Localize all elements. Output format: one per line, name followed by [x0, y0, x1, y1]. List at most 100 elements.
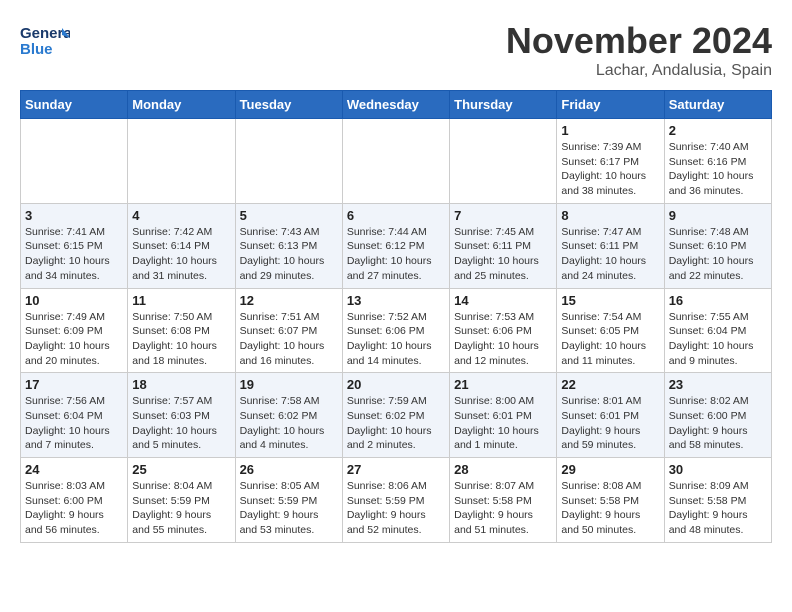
- day-info: Sunrise: 8:01 AM Sunset: 6:01 PM Dayligh…: [561, 394, 659, 453]
- day-info: Sunrise: 7:48 AM Sunset: 6:10 PM Dayligh…: [669, 225, 767, 284]
- day-number: 15: [561, 293, 659, 308]
- calendar-cell: 20 Sunrise: 7:59 AM Sunset: 6:02 PM Dayli…: [342, 373, 449, 458]
- calendar-cell: 10 Sunrise: 7:49 AM Sunset: 6:09 PM Dayli…: [21, 288, 128, 373]
- calendar-cell: 12 Sunrise: 7:51 AM Sunset: 6:07 PM Dayli…: [235, 288, 342, 373]
- calendar-cell: 22 Sunrise: 8:01 AM Sunset: 6:01 PM Dayli…: [557, 373, 664, 458]
- day-info: Sunrise: 7:44 AM Sunset: 6:12 PM Dayligh…: [347, 225, 445, 284]
- day-number: 27: [347, 462, 445, 477]
- calendar-cell: 28Sunrise: 8:07 AM Sunset: 5:58 PM Dayli…: [450, 458, 557, 543]
- calendar-cell: 18Sunrise: 7:57 AM Sunset: 6:03 PM Dayli…: [128, 373, 235, 458]
- day-info: Sunrise: 7:55 AM Sunset: 6:04 PM Dayligh…: [669, 310, 767, 369]
- day-info: Sunrise: 7:45 AM Sunset: 6:11 PM Dayligh…: [454, 225, 552, 284]
- calendar-cell: 14 Sunrise: 7:53 AM Sunset: 6:06 PM Dayli…: [450, 288, 557, 373]
- day-number: 6: [347, 208, 445, 223]
- day-info: Sunrise: 7:53 AM Sunset: 6:06 PM Dayligh…: [454, 310, 552, 369]
- calendar-cell: 15 Sunrise: 7:54 AM Sunset: 6:05 PM Dayli…: [557, 288, 664, 373]
- day-number: 5: [240, 208, 338, 223]
- calendar-week-row: 3Sunrise: 7:41 AM Sunset: 6:15 PM Daylig…: [21, 203, 772, 288]
- day-number: 8: [561, 208, 659, 223]
- day-info: Sunrise: 7:56 AM Sunset: 6:04 PM Dayligh…: [25, 394, 123, 453]
- day-info: Sunrise: 7:51 AM Sunset: 6:07 PM Dayligh…: [240, 310, 338, 369]
- day-info: Sunrise: 8:02 AM Sunset: 6:00 PM Dayligh…: [669, 394, 767, 453]
- day-info: Sunrise: 8:08 AM Sunset: 5:58 PM Dayligh…: [561, 479, 659, 538]
- location-subtitle: Lachar, Andalusia, Spain: [506, 62, 772, 80]
- calendar-cell: [128, 119, 235, 204]
- calendar-cell: 21 Sunrise: 8:00 AM Sunset: 6:01 PM Dayli…: [450, 373, 557, 458]
- day-info: Sunrise: 8:00 AM Sunset: 6:01 PM Dayligh…: [454, 394, 552, 453]
- calendar-cell: 7 Sunrise: 7:45 AM Sunset: 6:11 PM Daylig…: [450, 203, 557, 288]
- title-area: November 2024 Lachar, Andalusia, Spain: [506, 20, 772, 80]
- day-number: 7: [454, 208, 552, 223]
- calendar-cell: 26 Sunrise: 8:05 AM Sunset: 5:59 PM Dayli…: [235, 458, 342, 543]
- calendar-week-row: 10 Sunrise: 7:49 AM Sunset: 6:09 PM Dayli…: [21, 288, 772, 373]
- calendar-cell: [450, 119, 557, 204]
- day-info: Sunrise: 7:50 AM Sunset: 6:08 PM Dayligh…: [132, 310, 230, 369]
- day-info: Sunrise: 8:05 AM Sunset: 5:59 PM Dayligh…: [240, 479, 338, 538]
- calendar-cell: 27Sunrise: 8:06 AM Sunset: 5:59 PM Dayli…: [342, 458, 449, 543]
- weekday-header: Monday: [128, 91, 235, 119]
- logo-svg: GeneralBlue: [20, 20, 70, 60]
- day-info: Sunrise: 7:58 AM Sunset: 6:02 PM Dayligh…: [240, 394, 338, 453]
- day-info: Sunrise: 7:43 AM Sunset: 6:13 PM Dayligh…: [240, 225, 338, 284]
- calendar-cell: 8 Sunrise: 7:47 AM Sunset: 6:11 PM Daylig…: [557, 203, 664, 288]
- day-number: 3: [25, 208, 123, 223]
- calendar-week-row: 1 Sunrise: 7:39 AM Sunset: 6:17 PM Daylig…: [21, 119, 772, 204]
- weekday-header: Saturday: [664, 91, 771, 119]
- day-number: 14: [454, 293, 552, 308]
- day-number: 19: [240, 377, 338, 392]
- day-number: 26: [240, 462, 338, 477]
- calendar-cell: 3Sunrise: 7:41 AM Sunset: 6:15 PM Daylig…: [21, 203, 128, 288]
- calendar-cell: 1 Sunrise: 7:39 AM Sunset: 6:17 PM Daylig…: [557, 119, 664, 204]
- day-number: 22: [561, 377, 659, 392]
- day-number: 10: [25, 293, 123, 308]
- day-number: 24: [25, 462, 123, 477]
- calendar-cell: 23 Sunrise: 8:02 AM Sunset: 6:00 PM Dayli…: [664, 373, 771, 458]
- day-number: 12: [240, 293, 338, 308]
- day-info: Sunrise: 7:49 AM Sunset: 6:09 PM Dayligh…: [25, 310, 123, 369]
- calendar-week-row: 24 Sunrise: 8:03 AM Sunset: 6:00 PM Dayli…: [21, 458, 772, 543]
- page-header: GeneralBlue November 2024 Lachar, Andalu…: [20, 20, 772, 80]
- calendar-table: SundayMondayTuesdayWednesdayThursdayFrid…: [20, 90, 772, 543]
- day-number: 18: [132, 377, 230, 392]
- calendar-cell: 13Sunrise: 7:52 AM Sunset: 6:06 PM Dayli…: [342, 288, 449, 373]
- weekday-header: Friday: [557, 91, 664, 119]
- calendar-cell: 29Sunrise: 8:08 AM Sunset: 5:58 PM Dayli…: [557, 458, 664, 543]
- calendar-cell: 30Sunrise: 8:09 AM Sunset: 5:58 PM Dayli…: [664, 458, 771, 543]
- calendar-cell: 5 Sunrise: 7:43 AM Sunset: 6:13 PM Daylig…: [235, 203, 342, 288]
- calendar-cell: [342, 119, 449, 204]
- calendar-cell: 25Sunrise: 8:04 AM Sunset: 5:59 PM Dayli…: [128, 458, 235, 543]
- month-title: November 2024: [506, 20, 772, 62]
- calendar-week-row: 17Sunrise: 7:56 AM Sunset: 6:04 PM Dayli…: [21, 373, 772, 458]
- day-number: 21: [454, 377, 552, 392]
- calendar-cell: 17Sunrise: 7:56 AM Sunset: 6:04 PM Dayli…: [21, 373, 128, 458]
- day-info: Sunrise: 7:42 AM Sunset: 6:14 PM Dayligh…: [132, 225, 230, 284]
- day-info: Sunrise: 7:52 AM Sunset: 6:06 PM Dayligh…: [347, 310, 445, 369]
- day-number: 16: [669, 293, 767, 308]
- weekday-header: Wednesday: [342, 91, 449, 119]
- day-number: 1: [561, 123, 659, 138]
- day-number: 20: [347, 377, 445, 392]
- calendar-cell: 2 Sunrise: 7:40 AM Sunset: 6:16 PM Daylig…: [664, 119, 771, 204]
- calendar-cell: 6 Sunrise: 7:44 AM Sunset: 6:12 PM Daylig…: [342, 203, 449, 288]
- day-number: 9: [669, 208, 767, 223]
- day-info: Sunrise: 7:59 AM Sunset: 6:02 PM Dayligh…: [347, 394, 445, 453]
- day-number: 2: [669, 123, 767, 138]
- calendar-cell: 9 Sunrise: 7:48 AM Sunset: 6:10 PM Daylig…: [664, 203, 771, 288]
- day-info: Sunrise: 8:03 AM Sunset: 6:00 PM Dayligh…: [25, 479, 123, 538]
- day-info: Sunrise: 7:54 AM Sunset: 6:05 PM Dayligh…: [561, 310, 659, 369]
- day-number: 25: [132, 462, 230, 477]
- weekday-header: Sunday: [21, 91, 128, 119]
- calendar-header-row: SundayMondayTuesdayWednesdayThursdayFrid…: [21, 91, 772, 119]
- weekday-header: Thursday: [450, 91, 557, 119]
- calendar-cell: [235, 119, 342, 204]
- day-info: Sunrise: 7:40 AM Sunset: 6:16 PM Dayligh…: [669, 140, 767, 199]
- logo: GeneralBlue: [20, 20, 70, 60]
- calendar-cell: 16 Sunrise: 7:55 AM Sunset: 6:04 PM Dayli…: [664, 288, 771, 373]
- calendar-cell: 19 Sunrise: 7:58 AM Sunset: 6:02 PM Dayli…: [235, 373, 342, 458]
- day-number: 11: [132, 293, 230, 308]
- day-info: Sunrise: 7:39 AM Sunset: 6:17 PM Dayligh…: [561, 140, 659, 199]
- weekday-header: Tuesday: [235, 91, 342, 119]
- day-number: 23: [669, 377, 767, 392]
- day-number: 30: [669, 462, 767, 477]
- day-info: Sunrise: 7:47 AM Sunset: 6:11 PM Dayligh…: [561, 225, 659, 284]
